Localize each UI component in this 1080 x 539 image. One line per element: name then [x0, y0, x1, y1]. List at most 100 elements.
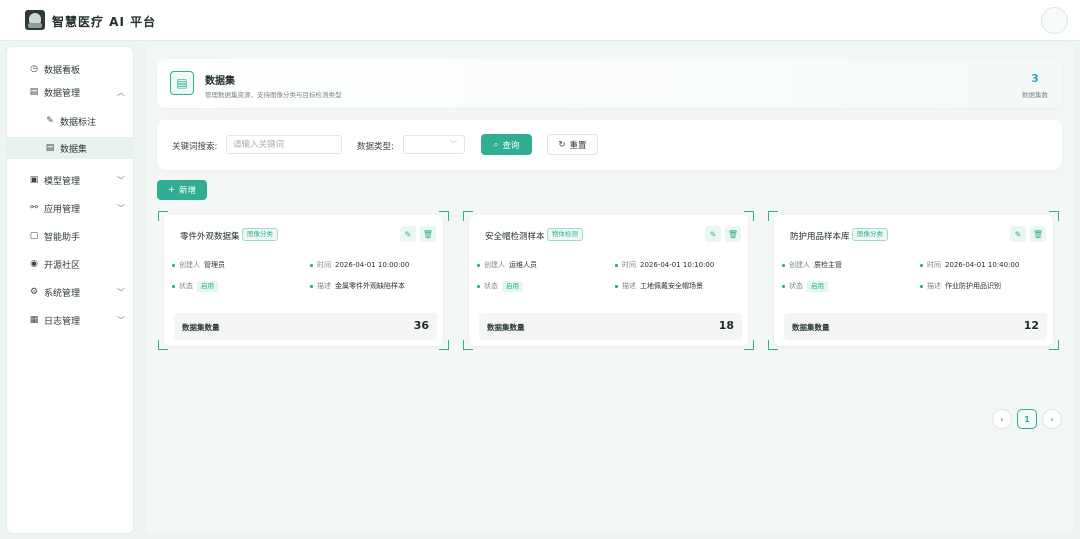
chevron-left-icon: ‹: [1000, 414, 1004, 424]
sidebar-item-data-management[interactable]: ▤ 数据管理 ︿: [7, 81, 135, 103]
status-field: 状态 启用: [782, 281, 828, 292]
edit-button[interactable]: ✎: [705, 226, 721, 242]
status-badge: 启用: [807, 281, 828, 292]
sidebar-item-label: 应用管理: [44, 204, 81, 215]
dataset-type-tag: 图像分类: [242, 228, 278, 241]
search-button[interactable]: ⌕ 查询: [481, 134, 532, 155]
dataset-name: 零件外观数据集: [180, 232, 240, 242]
dataset-name: 防护用品样本库: [790, 232, 850, 242]
sample-count-box: 数据集数量 12: [784, 313, 1047, 340]
reset-button-label: 重置: [569, 140, 587, 151]
sidebar-item-label: 日志管理: [44, 316, 81, 327]
status-badge: 启用: [197, 281, 218, 292]
settings-icon: ⚙: [29, 287, 39, 297]
share-icon: ⚯: [30, 203, 38, 213]
creator-field: 创建人 管理员: [172, 260, 225, 270]
chevron-right-icon: ›: [1050, 414, 1054, 424]
edit-button[interactable]: ✎: [400, 226, 416, 242]
sidebar-item-label: 开源社区: [44, 260, 81, 271]
card-body: 零件外观数据集 图像分类 ✎ 🗑 创建人 管理员 时间 2026-04-01 10:…: [164, 215, 443, 346]
search-button-label: 查询: [502, 140, 520, 151]
sidebar-item-dashboard[interactable]: ◷ 数据看板: [7, 58, 135, 80]
dataset-name: 安全帽检测样本: [485, 232, 545, 242]
type-label: 数据类型:: [357, 142, 394, 152]
dataset-card[interactable]: 防护用品样本库 图像分类 ✎ 🗑 创建人 质检主管 时间 2026-04-01 10…: [768, 211, 1059, 350]
top-bar: 智慧医疗 AI 平台: [0, 0, 1080, 41]
sample-count-box: 数据集数量 18: [479, 313, 742, 340]
globe-icon: ◉: [30, 259, 38, 269]
sidebar-item-label: 数据看板: [44, 65, 81, 76]
sidebar-item-community[interactable]: ◉ 开源社区: [7, 253, 135, 275]
avatar[interactable]: [1041, 7, 1068, 34]
chevron-down-icon: ﹀: [117, 287, 125, 297]
model-icon: ▣: [29, 175, 39, 185]
keyword-search-input[interactable]: [226, 135, 342, 154]
sidebar-item-logs[interactable]: ▦ 日志管理 ﹀: [7, 309, 135, 331]
time-field: 时间 2026-04-01 10:40:00: [920, 260, 1019, 270]
edit-button[interactable]: ✎: [1010, 226, 1026, 242]
page-number-button[interactable]: 1: [1017, 409, 1037, 429]
sidebar-item-annotation[interactable]: ✎ 数据标注: [7, 110, 135, 132]
sidebar-item-label: 智能助手: [44, 232, 81, 243]
chevron-down-icon: ﹀: [117, 175, 125, 185]
sidebar-item-label: 系统管理: [44, 288, 81, 299]
creator-field: 创建人 质检主管: [782, 260, 842, 270]
dataset-count: 3: [1031, 72, 1039, 85]
status-badge: 启用: [502, 281, 523, 292]
card-body: 防护用品样本库 图像分类 ✎ 🗑 创建人 质检主管 时间 2026-04-01 10…: [774, 215, 1053, 346]
card-body: 安全帽检测样本 物体检测 ✎ 🗑 创建人 运维人员 时间 2026-04-01 10…: [469, 215, 748, 346]
sample-count-value: 18: [718, 319, 734, 332]
trash-icon: 🗑: [1032, 229, 1044, 239]
calendar-icon: ▦: [29, 315, 39, 325]
description-field: 描述 工地佩戴安全帽场景: [615, 281, 703, 291]
app-logo: [25, 10, 45, 30]
search-icon: ⌕: [493, 139, 499, 150]
add-button[interactable]: + 新增: [157, 180, 207, 200]
page-title: 数据集: [205, 76, 235, 87]
plus-icon: +: [167, 185, 176, 195]
dataset-card[interactable]: 安全帽检测样本 物体检测 ✎ 🗑 创建人 运维人员 时间 2026-04-01 10…: [463, 211, 754, 350]
sidebar-item-models[interactable]: ▣ 模型管理 ﹀: [7, 169, 135, 191]
status-field: 状态 启用: [477, 281, 523, 292]
edit-icon: ✎: [404, 229, 412, 239]
dataset-count-label: 数据集数: [1022, 91, 1048, 99]
dataset-type-tag: 物体检测: [547, 228, 583, 241]
sidebar-item-system[interactable]: ⚙ 系统管理 ﹀: [7, 281, 135, 303]
keyword-label: 关键词搜索:: [172, 142, 218, 152]
creator-field: 创建人 运维人员: [477, 260, 537, 270]
sidebar-item-datasets[interactable]: ▤ 数据集: [7, 137, 135, 159]
trash-icon: 🗑: [422, 229, 434, 239]
data-type-select[interactable]: ﹀: [403, 135, 465, 154]
prev-page-button[interactable]: ‹: [992, 409, 1012, 429]
database-icon: ▤: [29, 87, 39, 97]
sidebar-item-label: 数据集: [60, 144, 88, 155]
delete-button[interactable]: 🗑: [1030, 226, 1046, 242]
sidebar-item-label: 模型管理: [44, 176, 81, 187]
next-page-button[interactable]: ›: [1042, 409, 1062, 429]
sample-count-label: 数据集数量: [182, 323, 220, 332]
dataset-icon: ▤: [170, 71, 194, 95]
chevron-up-icon: ︿: [117, 87, 125, 97]
sidebar-item-label: 数据管理: [44, 88, 81, 99]
app-title: 智慧医疗 AI 平台: [52, 15, 157, 29]
dataset-type-tag: 图像分类: [852, 228, 888, 241]
status-field: 状态 启用: [172, 281, 218, 292]
delete-button[interactable]: 🗑: [725, 226, 741, 242]
chevron-down-icon: ﹀: [117, 315, 125, 325]
page-header: [157, 59, 1062, 108]
sample-count-value: 36: [413, 319, 429, 332]
dataset-card[interactable]: 零件外观数据集 图像分类 ✎ 🗑 创建人 管理员 时间 2026-04-01 10:…: [158, 211, 449, 350]
sample-count-label: 数据集数量: [792, 323, 830, 332]
reset-button[interactable]: ↻ 重置: [547, 134, 598, 155]
sidebar-item-assistant[interactable]: ▢ 智能助手: [7, 225, 135, 247]
refresh-icon: ↻: [558, 139, 566, 150]
delete-button[interactable]: 🗑: [420, 226, 436, 242]
edit-icon: ✎: [1014, 229, 1022, 239]
sidebar-item-apps[interactable]: ⚯ 应用管理 ﹀: [7, 197, 135, 219]
sample-count-label: 数据集数量: [487, 323, 525, 332]
description-field: 描述 金属零件外观缺陷样本: [310, 281, 405, 291]
dashboard-icon: ◷: [30, 64, 38, 74]
list-icon: ▤: [45, 143, 55, 153]
chevron-down-icon: ﹀: [450, 140, 457, 148]
time-field: 时间 2026-04-01 10:10:00: [615, 260, 714, 270]
